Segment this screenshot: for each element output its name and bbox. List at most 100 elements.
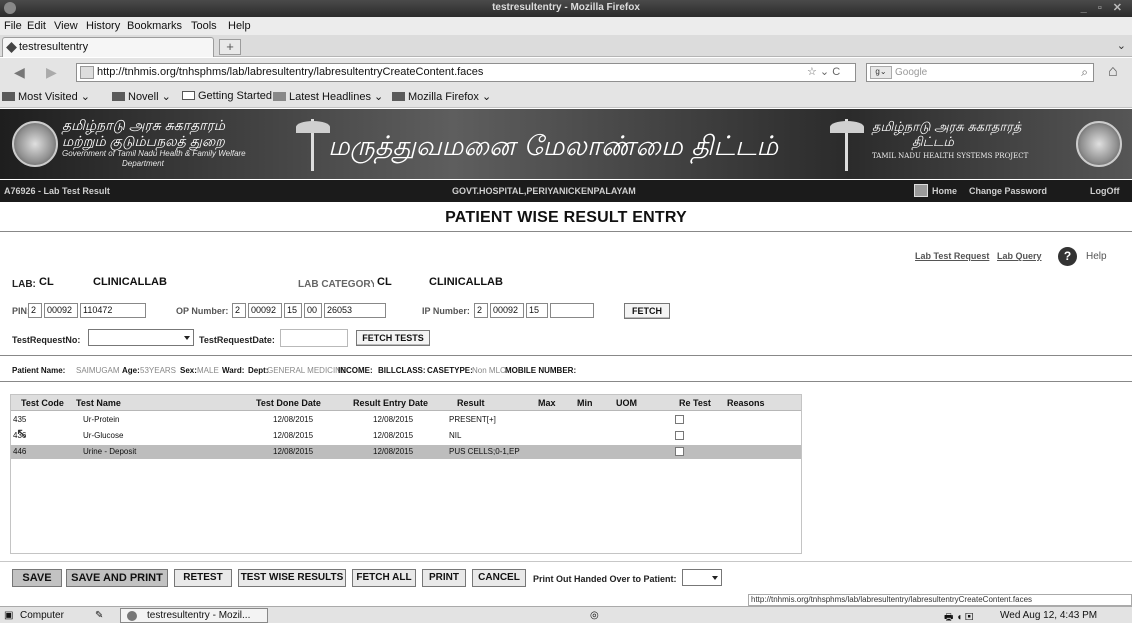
site-identity-icon	[80, 66, 94, 79]
home-icon[interactable]: ⌂	[1108, 63, 1118, 81]
lab-query-link[interactable]: Lab Query	[997, 251, 1042, 261]
edit-icon[interactable]: ✎	[95, 610, 103, 621]
lab-label: LAB:	[12, 279, 36, 290]
fetch-button[interactable]: FETCH	[624, 303, 670, 319]
mouse-cursor-icon: ↖	[16, 425, 28, 441]
print-button[interactable]: PRINT	[422, 569, 466, 587]
tab-testresultentry[interactable]: testresultentry	[2, 37, 214, 57]
divider	[0, 381, 1132, 382]
table-row[interactable]: 446 Urine - Deposit 12/08/2015 12/08/201…	[11, 445, 801, 459]
menu-edit[interactable]: Edit	[27, 20, 46, 32]
logoff-link[interactable]: LogOff	[1090, 186, 1120, 196]
home-link[interactable]: Home	[932, 186, 957, 196]
table-row[interactable]: 435 Ur-Protein 12/08/2015 12/08/2015 PRE…	[11, 413, 801, 427]
ip-field-4[interactable]	[550, 303, 594, 318]
handed-over-select[interactable]	[682, 569, 722, 586]
banner-title: மருத்துவமனை மேலாண்மை திட்டம்	[328, 131, 779, 162]
help-icon[interactable]: ?	[1058, 247, 1077, 266]
window-controls[interactable]: _ ▫ ✕	[1081, 1, 1126, 14]
op-field-1[interactable]: 2	[232, 303, 246, 318]
retest-checkbox[interactable]	[675, 447, 684, 456]
chevron-down-icon[interactable]: ⌄	[1117, 39, 1126, 52]
test-request-no-select[interactable]	[88, 329, 194, 346]
pin-field-1[interactable]: 2	[28, 303, 42, 318]
search-icon[interactable]: ⌕	[1081, 65, 1088, 80]
menu-bookmarks[interactable]: Bookmarks	[127, 20, 182, 32]
menu-history[interactable]: History	[86, 20, 120, 32]
test-wise-results-button[interactable]: TEST WISE RESULTS	[238, 569, 346, 587]
op-field-2[interactable]: 00092	[248, 303, 282, 318]
tn-emblem-right	[1076, 121, 1122, 167]
info-bar: A76926 - Lab Test Result GOVT.HOSPITAL,P…	[0, 180, 1132, 202]
search-engine-icon[interactable]: g⌄	[870, 66, 892, 79]
bookmark-star-icon[interactable]: ☆ ⌄ C	[807, 65, 840, 78]
retest-checkbox[interactable]	[675, 415, 684, 424]
bookmark-most-visited[interactable]: Most Visited ⌄	[2, 90, 90, 103]
menu-view[interactable]: View	[54, 20, 78, 32]
back-button[interactable]: ◀	[14, 64, 25, 81]
test-request-date-label: TestRequestDate:	[199, 335, 275, 345]
op-field-3[interactable]: 15	[284, 303, 302, 318]
taskbar-firefox-window[interactable]: testresultentry - Mozil...	[120, 608, 268, 623]
forward-button[interactable]: ▶	[46, 64, 57, 81]
url-input[interactable]: http://tnhmis.org/tnhsphms/lab/labresult…	[76, 63, 856, 82]
url-text: http://tnhmis.org/tnhsphms/lab/labresult…	[97, 66, 484, 78]
results-table: Test Code Test Name Test Done Date Resul…	[10, 394, 802, 554]
bookmark-latest-headlines[interactable]: Latest Headlines ⌄	[273, 90, 383, 103]
search-input[interactable]: g⌄ Google ⌕	[866, 63, 1094, 82]
header-banner: தமிழ்நாடு அரசு சுகாதாரம் மற்றும் குடும்ப…	[0, 109, 1132, 179]
retest-checkbox[interactable]	[675, 431, 684, 440]
caduceus-icon	[830, 115, 864, 173]
lab-category-name-field[interactable]: CLINICALLAB	[426, 274, 606, 292]
save-and-print-button[interactable]: SAVE AND PRINT	[66, 569, 168, 587]
page-icon	[6, 42, 17, 53]
computer-icon[interactable]: ▣	[4, 610, 13, 621]
lab-test-request-link[interactable]: Lab Test Request	[915, 251, 989, 261]
patient-age: 53YEARS	[140, 366, 177, 375]
search-placeholder: Google	[895, 67, 928, 78]
table-row[interactable]: 436 Ur-Glucose 12/08/2015 12/08/2015 NIL	[11, 429, 801, 443]
ip-field-1[interactable]: 2	[474, 303, 488, 318]
ip-field-2[interactable]: 00092	[490, 303, 524, 318]
help-link[interactable]: Help	[1086, 251, 1107, 262]
hospital-name: GOVT.HOSPITAL,PERIYANICKENPALAYAM	[452, 186, 636, 196]
pin-field-2[interactable]: 00092	[44, 303, 78, 318]
page-title: PATIENT WISE RESULT ENTRY	[445, 209, 687, 226]
cancel-button[interactable]: CANCEL	[472, 569, 526, 587]
ip-field-3[interactable]: 15	[526, 303, 548, 318]
lab-category-code-field[interactable]: CL	[374, 274, 420, 292]
bookmark-mozilla-firefox[interactable]: Mozilla Firefox ⌄	[392, 90, 491, 103]
folder-icon	[2, 92, 15, 101]
navigation-bar: ◀ ▶ http://tnhmis.org/tnhsphms/lab/labre…	[0, 58, 1132, 86]
op-field-5[interactable]: 26053	[324, 303, 386, 318]
divider	[0, 355, 1132, 356]
pin-field-3[interactable]: 110472	[80, 303, 146, 318]
menu-tools[interactable]: Tools	[191, 20, 217, 32]
taskbar: ▣ Computer ✎ testresultentry - Mozil... …	[0, 606, 1132, 623]
page-icon	[182, 91, 195, 100]
lab-code-field[interactable]: CL	[36, 274, 82, 292]
patient-dept: GENERAL MEDICINE	[267, 366, 347, 375]
tray-icons[interactable]: 🖶 ◖ ▣	[944, 610, 973, 623]
menu-help[interactable]: Help	[228, 20, 251, 32]
test-request-date-field[interactable]	[280, 329, 348, 347]
lab-category-label: LAB CATEGORY:	[298, 279, 380, 290]
home-icon[interactable]	[914, 184, 928, 197]
computer-menu[interactable]: Computer	[20, 610, 64, 621]
bookmark-novell[interactable]: Novell ⌄	[112, 90, 171, 103]
bookmark-getting-started[interactable]: Getting Started	[182, 90, 272, 102]
fetch-tests-button[interactable]: FETCH TESTS	[356, 330, 430, 346]
menu-file[interactable]: File	[4, 20, 22, 32]
save-button[interactable]: SAVE	[12, 569, 62, 587]
clock: Wed Aug 12, 4:43 PM	[1000, 610, 1098, 621]
op-field-4[interactable]: 00	[304, 303, 322, 318]
change-password-link[interactable]: Change Password	[969, 186, 1047, 196]
folder-icon	[392, 92, 405, 101]
fetch-all-button[interactable]: FETCH ALL	[352, 569, 416, 587]
retest-button[interactable]: RETEST	[174, 569, 232, 587]
window-title: testresultentry - Mozilla Firefox	[492, 2, 640, 13]
network-icon[interactable]: ◎	[590, 610, 599, 621]
new-tab-button[interactable]: +	[219, 39, 241, 55]
lab-name-field[interactable]: CLINICALLAB	[90, 274, 270, 292]
op-number-label: OP Number:	[176, 306, 229, 316]
